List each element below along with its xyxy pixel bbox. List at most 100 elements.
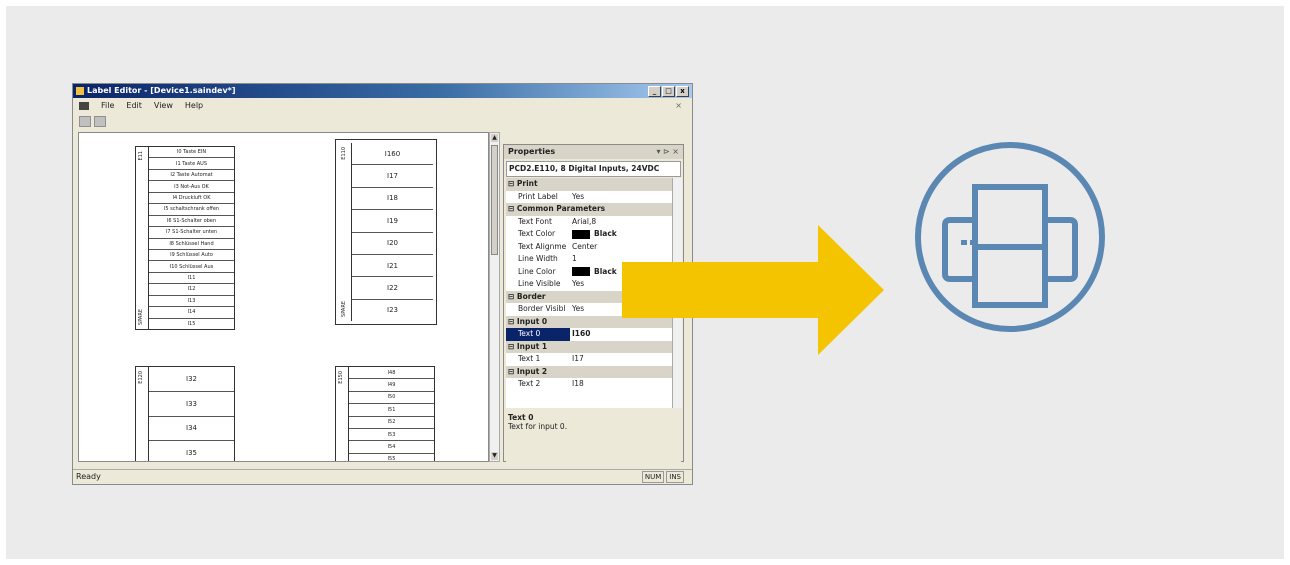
category-label: ⊟ Print xyxy=(508,179,538,188)
scroll-thumb[interactable] xyxy=(491,145,498,255)
label-row[interactable]: I54 xyxy=(349,441,434,454)
label-row[interactable]: I8 Schlüssel Hand xyxy=(149,239,234,250)
label-row[interactable]: I17 xyxy=(352,165,433,188)
label-row[interactable]: I53 xyxy=(349,429,434,442)
label-row[interactable]: I2 Taste Automat xyxy=(149,170,234,182)
property-category[interactable]: ⊟ Input 2 xyxy=(506,365,673,378)
property-name: Text 2 xyxy=(518,379,541,388)
label-row[interactable]: I52 xyxy=(349,417,434,429)
label-rows: I160 I17 I18 I19 I20 I21 I22 I23 xyxy=(352,143,433,321)
property-name: Text Color xyxy=(518,229,556,238)
label-editor-window: Label Editor - [Device1.saindev*] _ □ x … xyxy=(72,83,693,485)
label-row[interactable]: I19 xyxy=(352,210,433,233)
label-row[interactable]: I35 xyxy=(149,441,234,461)
label-e120[interactable]: E120 I32 I33 I34 I35 xyxy=(135,366,235,461)
property-value[interactable]: Yes xyxy=(570,191,673,204)
label-canvas[interactable]: E11 SPARE I0 Taste EIN I1 Taste AUS I2 Tas… xyxy=(78,132,489,462)
label-side-top: E150 xyxy=(338,371,344,384)
printer-indicator-icon xyxy=(961,240,967,245)
label-row[interactable]: I10 Schlüssel Aus xyxy=(149,261,234,273)
category-label: ⊟ Border xyxy=(508,291,546,301)
label-row[interactable]: I7 S1-Schalter unten xyxy=(149,227,234,239)
label-row[interactable]: I33 xyxy=(149,392,234,417)
property-row[interactable]: Print Label Yes xyxy=(506,191,673,204)
label-row[interactable]: I51 xyxy=(349,404,434,417)
label-row[interactable]: I6 S1-Schalter oben xyxy=(149,216,234,228)
object-selector[interactable]: PCD2.E110, 8 Digital Inputs, 24VDC xyxy=(506,161,681,177)
label-row[interactable]: I18 xyxy=(352,188,433,211)
property-name: Line Visible xyxy=(518,279,561,288)
property-name: Text 0 xyxy=(506,328,570,341)
property-row[interactable]: Text 2 I18 xyxy=(506,378,673,391)
label-row[interactable]: I15 xyxy=(149,319,234,329)
color-name: Black xyxy=(594,266,617,276)
document-icon xyxy=(79,102,89,110)
description-text: Text for input 0. xyxy=(508,422,568,431)
property-name: Text Alignme xyxy=(518,241,567,251)
window-title: Label Editor - [Device1.saindev*] xyxy=(87,86,236,95)
label-row[interactable]: I20 xyxy=(352,233,433,255)
menu-edit[interactable]: Edit xyxy=(126,99,142,113)
label-row[interactable]: I13 xyxy=(149,296,234,308)
minimize-button[interactable]: _ xyxy=(648,86,661,97)
label-row[interactable]: I4 Druckluft OK xyxy=(149,193,234,205)
right-arrow-icon xyxy=(622,225,884,355)
label-row[interactable]: I3 Not-Aus OK xyxy=(149,181,234,193)
property-name: Line Color xyxy=(518,266,556,276)
label-row[interactable]: I48 xyxy=(349,367,434,380)
label-side-top: E11 xyxy=(138,151,144,161)
color-swatch xyxy=(572,267,590,276)
label-row[interactable]: I160 xyxy=(352,143,433,166)
label-side-bottom: SPARE xyxy=(138,309,144,325)
printer-icon xyxy=(915,142,1105,332)
label-row[interactable]: I11 xyxy=(149,273,234,285)
title-bar[interactable]: Label Editor - [Device1.saindev*] _ □ x xyxy=(73,84,692,98)
property-category[interactable]: ⊟ Common Parameters xyxy=(506,203,673,216)
label-row[interactable]: I49 xyxy=(349,379,434,392)
category-label: ⊟ Input 0 xyxy=(508,316,548,326)
label-row[interactable]: I32 xyxy=(149,367,234,392)
label-side-strip: E120 xyxy=(136,367,149,461)
label-row[interactable]: I50 xyxy=(349,392,434,405)
menu-help[interactable]: Help xyxy=(185,99,203,113)
label-row[interactable]: I22 xyxy=(352,277,433,300)
property-name: Line Width xyxy=(518,254,558,263)
label-row[interactable]: I23 xyxy=(352,300,433,321)
label-e150[interactable]: E150 I48 I49 I50 I51 I52 I53 I54 I55 xyxy=(335,366,435,461)
document-close-icon[interactable]: × xyxy=(675,99,682,113)
label-row[interactable]: I0 Taste EIN xyxy=(149,147,234,159)
label-row[interactable]: I34 xyxy=(149,417,234,442)
print-icon[interactable] xyxy=(79,115,91,127)
close-button[interactable]: x xyxy=(676,86,689,97)
status-bar: Ready NUM INS xyxy=(73,469,692,484)
menu-file[interactable]: File xyxy=(101,99,114,113)
label-row[interactable]: I12 xyxy=(149,284,234,296)
label-rows: I0 Taste EIN I1 Taste AUS I2 Taste Automat… xyxy=(149,147,234,329)
scroll-down-icon[interactable]: ▼ xyxy=(491,452,498,460)
maximize-button[interactable]: □ xyxy=(662,86,675,97)
ins-indicator: INS xyxy=(666,471,684,483)
property-value[interactable]: I18 xyxy=(570,378,673,391)
category-label: ⊟ Common Parameters xyxy=(508,204,606,213)
menu-view[interactable]: View xyxy=(154,99,173,113)
label-side-strip: E110 SPARE xyxy=(339,143,352,321)
label-row[interactable]: I9 Schlüssel Auto xyxy=(149,250,234,262)
label-row[interactable]: I55 xyxy=(349,454,434,461)
property-category[interactable]: ⊟ Print xyxy=(506,178,673,191)
label-row[interactable]: I5 schaltschrank offen xyxy=(149,204,234,216)
label-side-strip: E11 SPARE xyxy=(136,147,149,329)
property-name: Border Visibl xyxy=(518,304,566,313)
toolbar xyxy=(73,114,692,128)
label-side-top: E120 xyxy=(138,371,144,384)
label-rows: I32 I33 I34 I35 xyxy=(149,367,234,461)
label-row[interactable]: I21 xyxy=(352,255,433,278)
scroll-up-icon[interactable]: ▲ xyxy=(491,134,498,142)
canvas-scrollbar[interactable]: ▲ ▼ xyxy=(489,132,500,462)
panel-controls-icon[interactable]: ▾ ⊳ × xyxy=(656,145,679,159)
label-row[interactable]: I14 xyxy=(149,307,234,319)
label-e110[interactable]: E110 SPARE I160 I17 I18 I19 I20 I21 I22 I23 xyxy=(335,139,437,325)
print-preview-icon[interactable] xyxy=(94,115,106,127)
label-row[interactable]: I1 Taste AUS xyxy=(149,158,234,170)
label-rows: I48 I49 I50 I51 I52 I53 I54 I55 xyxy=(349,367,434,461)
label-e11[interactable]: E11 SPARE I0 Taste EIN I1 Taste AUS I2 Tas… xyxy=(135,146,235,330)
